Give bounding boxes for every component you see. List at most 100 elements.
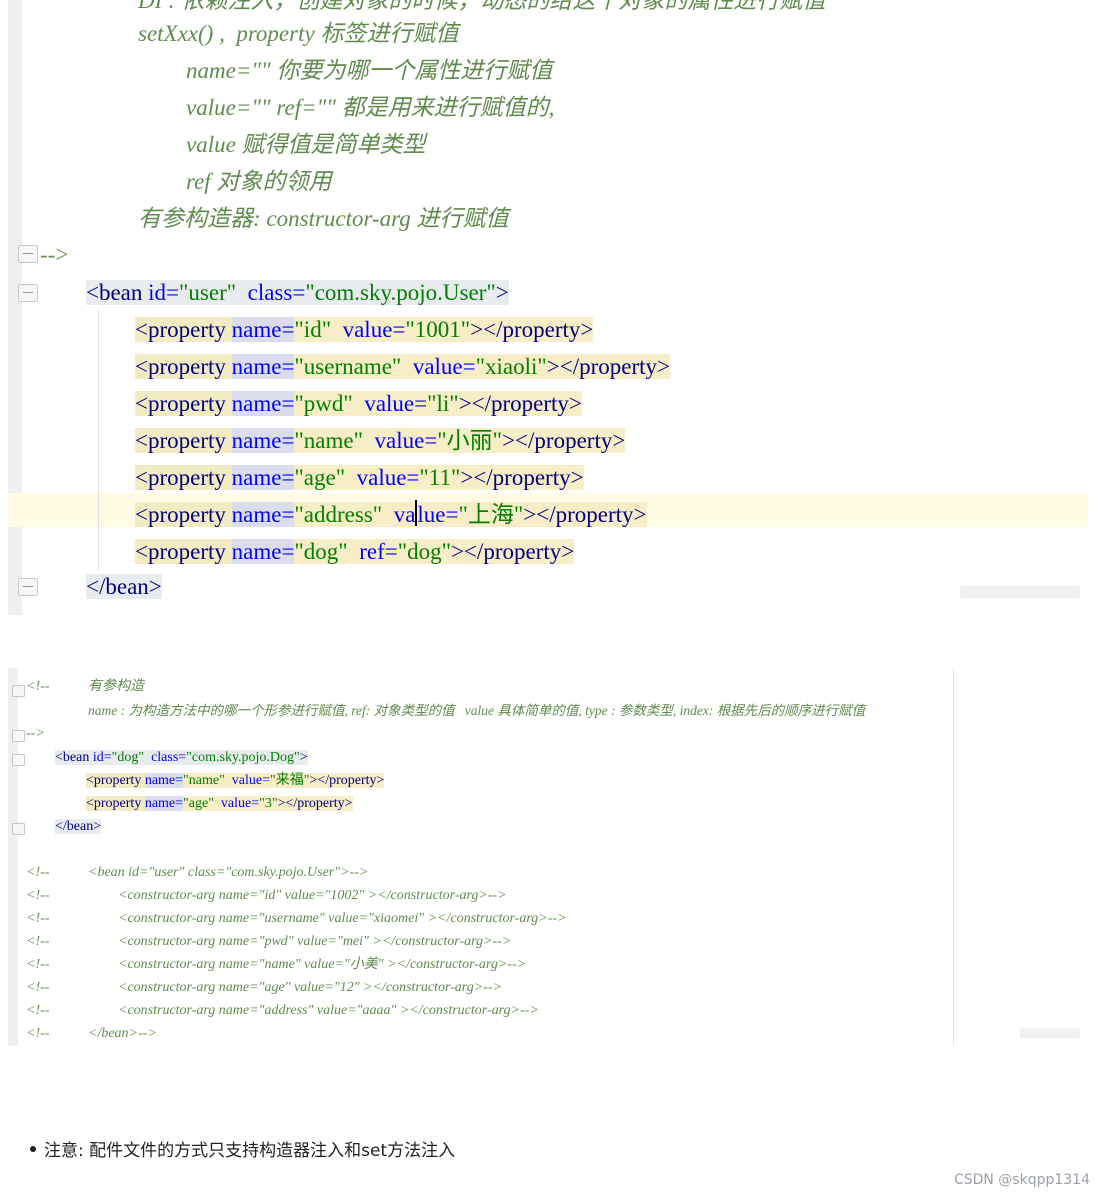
property-close-tag: ></property> xyxy=(458,391,582,416)
property-tag: <property xyxy=(135,465,226,490)
property-close-tag: ></property> xyxy=(277,796,353,811)
property-line: <property name="name" value="来福"></prope… xyxy=(86,770,385,792)
fold-toggle-icon[interactable] xyxy=(12,685,25,697)
code-screenshot-top: DI : 依赖注入，创建对象的时候，动态的给这个对象的属性进行赋值 setXxx… xyxy=(8,0,1088,615)
bean-tag: <bean xyxy=(86,280,143,305)
fold-toggle-icon[interactable] xyxy=(12,754,25,766)
property-line: <property name="username" value="xiaoli"… xyxy=(135,350,670,384)
attr-value: "age" xyxy=(183,796,214,811)
attr-value: "dog" xyxy=(397,539,451,564)
bullet-icon xyxy=(30,1145,36,1152)
attr-value: "address" xyxy=(294,502,383,527)
commented-code: <constructor-arg name="name" value="小美" … xyxy=(118,957,527,972)
comment-prefix: <!-- xyxy=(26,888,50,903)
attr-value: "1001" xyxy=(405,317,471,342)
property-line-current[interactable]: <property name="address" value="上海"></pr… xyxy=(135,498,647,532)
attr-value-key: value= xyxy=(231,773,271,788)
fold-toggle-icon[interactable] xyxy=(12,730,25,742)
property-tag: <property xyxy=(86,796,142,811)
comment-line: DI : 依赖注入，创建对象的时候，动态的给这个对象的属性进行赋值 xyxy=(138,0,826,13)
property-tag: <property xyxy=(135,428,226,453)
attr-value: "li" xyxy=(427,391,459,416)
attr-value: "3" xyxy=(259,796,278,811)
editor-border xyxy=(953,668,954,1046)
attr-class: class= xyxy=(247,280,306,305)
bean-open-line: <bean id="user" class="com.sky.pojo.User… xyxy=(86,276,509,310)
commented-code: <constructor-arg name="username" value="… xyxy=(118,911,567,926)
property-close-tag: ></property> xyxy=(470,317,594,342)
attr-value-key: value= xyxy=(374,428,438,453)
fold-toggle-icon[interactable] xyxy=(18,578,38,596)
attr-value-key: lue= xyxy=(417,502,459,527)
note-list-item: 注意: 配件文件的方式只支持构造器注入和set方法注入 xyxy=(30,1136,455,1161)
attr-name: name= xyxy=(231,539,295,564)
csdn-watermark: CSDN @skqpp1314 xyxy=(953,1172,1090,1188)
property-tag: <property xyxy=(135,539,226,564)
comment-close: --> xyxy=(26,726,45,741)
attr-value: "com.sky.pojo.Dog" xyxy=(186,750,300,765)
attr-value-key: value= xyxy=(220,796,260,811)
property-line: <property name="age" value="3"></propert… xyxy=(86,793,353,815)
attr-value: "xiaoli" xyxy=(475,354,547,379)
comment-open: <!-- xyxy=(26,679,50,694)
attr-value: "上海" xyxy=(458,502,524,527)
editor-gutter xyxy=(8,668,18,1046)
attr-value: "name" xyxy=(294,428,364,453)
attr-value-key: va xyxy=(393,502,416,527)
comment-prefix: <!-- xyxy=(26,980,50,995)
property-line: <property name="age" value="11"></proper… xyxy=(135,461,584,495)
property-line: <property name="name" value="小丽"></prope… xyxy=(135,424,626,458)
attr-id: id= xyxy=(92,750,112,765)
property-close-tag: ></property> xyxy=(460,465,584,490)
attr-value: "user" xyxy=(179,280,237,305)
comment-line: setXxx() , property 标签进行赋值 xyxy=(138,21,459,46)
attr-value: "age" xyxy=(294,465,346,490)
comment-close: --> xyxy=(40,242,69,267)
bean-close-tag: </bean> xyxy=(86,574,162,599)
comment-prefix: <!-- xyxy=(26,865,50,880)
property-line: <property name="dog" ref="dog"></propert… xyxy=(135,535,575,569)
attr-value: "id" xyxy=(294,317,332,342)
property-line: <property name="id" value="1001"></prope… xyxy=(135,313,594,347)
commented-code: <constructor-arg name="address" value="a… xyxy=(118,1003,539,1018)
fold-toggle-icon[interactable] xyxy=(12,823,25,835)
attr-value-key: value= xyxy=(412,354,476,379)
bean-close-tag: </bean> xyxy=(55,819,102,834)
watermark-fade xyxy=(960,586,1080,598)
attr-value: "username" xyxy=(294,354,402,379)
property-tag: <property xyxy=(135,391,226,416)
comment-prefix: <!-- xyxy=(26,1003,50,1018)
commented-code: </bean>--> xyxy=(88,1026,157,1041)
attr-name: name= xyxy=(231,465,295,490)
property-close-tag: ></property> xyxy=(502,428,626,453)
attr-value: "com.sky.pojo.User" xyxy=(305,280,496,305)
indent-guide xyxy=(98,310,99,570)
bean-open-line: <bean id="dog" class="com.sky.pojo.Dog"> xyxy=(55,747,308,769)
attr-name: name= xyxy=(231,317,295,342)
commented-code: <constructor-arg name="id" value="1002" … xyxy=(118,888,507,903)
attr-value-key: value= xyxy=(342,317,406,342)
tag-close: > xyxy=(495,280,509,305)
property-tag: <property xyxy=(135,354,226,379)
property-close-tag: ></property> xyxy=(309,773,385,788)
attr-value: "小丽" xyxy=(437,428,503,453)
property-tag: <property xyxy=(135,502,226,527)
bean-close-line: </bean> xyxy=(55,816,102,838)
comment-title: 有参构造 xyxy=(88,679,144,694)
comment-line: ref 对象的领用 xyxy=(186,169,332,194)
comment-line: 有参构造器: constructor-arg 进行赋值 xyxy=(138,206,509,231)
bean-close-line: </bean> xyxy=(86,570,162,604)
attr-name: name= xyxy=(144,796,184,811)
attr-value: "11" xyxy=(419,465,461,490)
comment-prefix: <!-- xyxy=(26,957,50,972)
property-close-tag: ></property> xyxy=(546,354,670,379)
attr-name: name= xyxy=(144,773,184,788)
comment-prefix: <!-- xyxy=(26,1026,50,1041)
fold-toggle-icon[interactable] xyxy=(18,284,38,302)
property-line: <property name="pwd" value="li"></proper… xyxy=(135,387,582,421)
comment-prefix: <!-- xyxy=(26,911,50,926)
comment-line: value="" ref="" 都是用来进行赋值的, xyxy=(186,95,555,120)
attr-value: "dog" xyxy=(111,750,145,765)
commented-code: <bean id="user" class="com.sky.pojo.User… xyxy=(88,865,369,880)
fold-toggle-icon[interactable] xyxy=(18,245,38,263)
